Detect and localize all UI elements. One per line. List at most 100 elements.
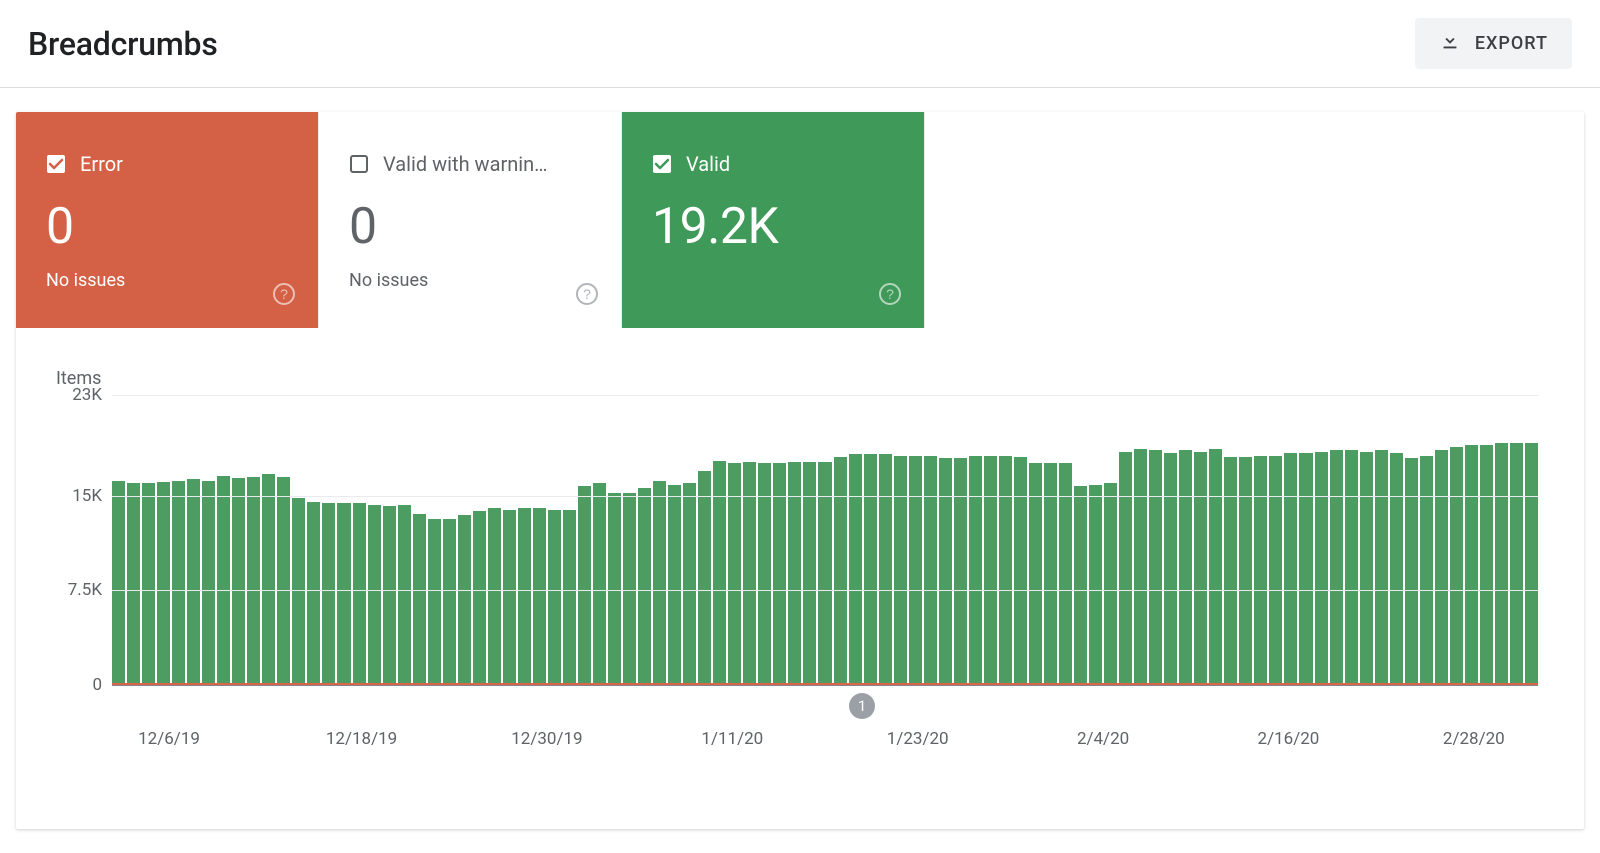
chart-bar[interactable]	[1164, 453, 1177, 685]
tile-error[interactable]: Error 0 No issues ?	[16, 112, 319, 328]
chart-bar[interactable]	[1194, 452, 1207, 685]
chart-bar[interactable]	[1149, 450, 1162, 685]
chart-bar[interactable]	[157, 482, 170, 685]
chart-bar[interactable]	[533, 508, 546, 685]
chart-bar[interactable]	[142, 483, 155, 685]
chart-bar[interactable]	[458, 515, 471, 685]
chart-bar[interactable]	[1315, 452, 1328, 685]
chart-x-tick: 2/28/20	[1443, 729, 1505, 749]
help-icon[interactable]: ?	[878, 282, 902, 306]
chart-bar[interactable]	[1209, 449, 1222, 685]
chart-bar[interactable]	[1254, 456, 1267, 685]
chart-bar[interactable]	[307, 502, 320, 685]
chart-bar[interactable]	[337, 503, 350, 685]
chart-bar[interactable]	[1480, 445, 1493, 685]
chart-bar[interactable]	[849, 454, 862, 685]
chart-bar[interactable]	[879, 454, 892, 685]
chart-bar[interactable]	[353, 503, 366, 685]
chart-bar[interactable]	[1405, 458, 1418, 685]
chart-bar[interactable]	[1014, 457, 1027, 685]
svg-text:?: ?	[886, 286, 894, 302]
chart-bar[interactable]	[1330, 450, 1343, 685]
export-button[interactable]: EXPORT	[1415, 18, 1572, 69]
chart-bar[interactable]	[247, 477, 260, 685]
chart-bar[interactable]	[473, 511, 486, 685]
chart-bar[interactable]	[1179, 450, 1192, 685]
chart-bar[interactable]	[518, 508, 531, 685]
chart-bar[interactable]	[638, 488, 651, 685]
chart-bar[interactable]	[503, 510, 516, 685]
chart-bar[interactable]	[894, 456, 907, 685]
chart-bar[interactable]	[1390, 453, 1403, 685]
chart-bar[interactable]	[924, 456, 937, 685]
chart-bar[interactable]	[578, 486, 591, 685]
chart-bar[interactable]	[262, 474, 275, 685]
chart-bar[interactable]	[954, 458, 967, 685]
chart-bar[interactable]	[1284, 453, 1297, 685]
help-icon[interactable]: ?	[272, 282, 296, 306]
checkbox-unchecked-icon	[349, 154, 369, 174]
chart-bar[interactable]	[1525, 443, 1538, 685]
tile-valid-with-warnings[interactable]: Valid with warnin… 0 No issues ?	[319, 112, 622, 328]
chart-bar[interactable]	[488, 508, 501, 685]
chart-bar[interactable]	[398, 505, 411, 685]
chart-bar[interactable]	[548, 510, 561, 685]
chart-bar[interactable]	[668, 485, 681, 685]
chart-bar[interactable]	[864, 454, 877, 685]
chart-bar[interactable]	[112, 481, 125, 685]
chart-bar[interactable]	[322, 503, 335, 685]
chart-bar[interactable]	[834, 457, 847, 685]
chart-bar[interactable]	[1299, 453, 1312, 685]
chart-bar[interactable]	[383, 506, 396, 685]
chart-bar[interactable]	[127, 483, 140, 685]
chart-bar[interactable]	[984, 456, 997, 685]
chart-bar[interactable]	[623, 493, 636, 685]
chart-bar[interactable]	[368, 505, 381, 685]
help-icon[interactable]: ?	[575, 282, 599, 306]
chart-bar[interactable]	[1495, 443, 1508, 685]
chart-y-axis-label: Items	[56, 368, 1548, 389]
chart-bar[interactable]	[1510, 443, 1523, 685]
chart-bar[interactable]	[1104, 483, 1117, 685]
chart-bar[interactable]	[217, 476, 230, 685]
chart-bar[interactable]	[1269, 456, 1282, 685]
chart-bar[interactable]	[713, 461, 726, 685]
tile-error-value: 0	[46, 198, 288, 256]
chart-bar[interactable]	[1360, 452, 1373, 685]
chart-bar[interactable]	[653, 481, 666, 685]
chart-bar[interactable]	[187, 479, 200, 685]
chart-bar[interactable]	[1239, 457, 1252, 685]
chart-bar[interactable]	[683, 483, 696, 685]
chart-bar[interactable]	[608, 493, 621, 685]
chart-y-tick: 23K	[52, 385, 102, 405]
chart-bar[interactable]	[292, 498, 305, 685]
chart-bar[interactable]	[232, 478, 245, 685]
chart-bar[interactable]	[1345, 450, 1358, 685]
chart-bar[interactable]	[1420, 456, 1433, 685]
chart-bar[interactable]	[969, 456, 982, 685]
chart-bar[interactable]	[563, 510, 576, 685]
chart-bar[interactable]	[443, 519, 456, 685]
chart-bar[interactable]	[413, 514, 426, 685]
chart-gridline	[112, 590, 1538, 591]
chart-bar[interactable]	[1089, 485, 1102, 685]
chart-bar[interactable]	[1119, 452, 1132, 685]
chart-bar[interactable]	[1435, 450, 1448, 685]
chart-bar[interactable]	[1450, 447, 1463, 685]
chart-bar[interactable]	[277, 477, 290, 685]
chart-bar[interactable]	[172, 481, 185, 685]
chart-bar[interactable]	[1134, 449, 1147, 685]
chart-bar[interactable]	[698, 471, 711, 685]
chart-bar[interactable]	[939, 458, 952, 685]
chart-annotation-badge[interactable]: 1	[849, 693, 875, 719]
chart-bar[interactable]	[428, 519, 441, 685]
chart-bar[interactable]	[1465, 445, 1478, 685]
chart-bar[interactable]	[202, 481, 215, 685]
chart-bar[interactable]	[593, 483, 606, 685]
chart-bar[interactable]	[1224, 457, 1237, 685]
chart-bar[interactable]	[999, 456, 1012, 685]
chart-bar[interactable]	[1074, 486, 1087, 685]
chart-bar[interactable]	[1375, 450, 1388, 685]
chart-bar[interactable]	[909, 456, 922, 685]
tile-valid[interactable]: Valid 19.2K ?	[622, 112, 925, 328]
